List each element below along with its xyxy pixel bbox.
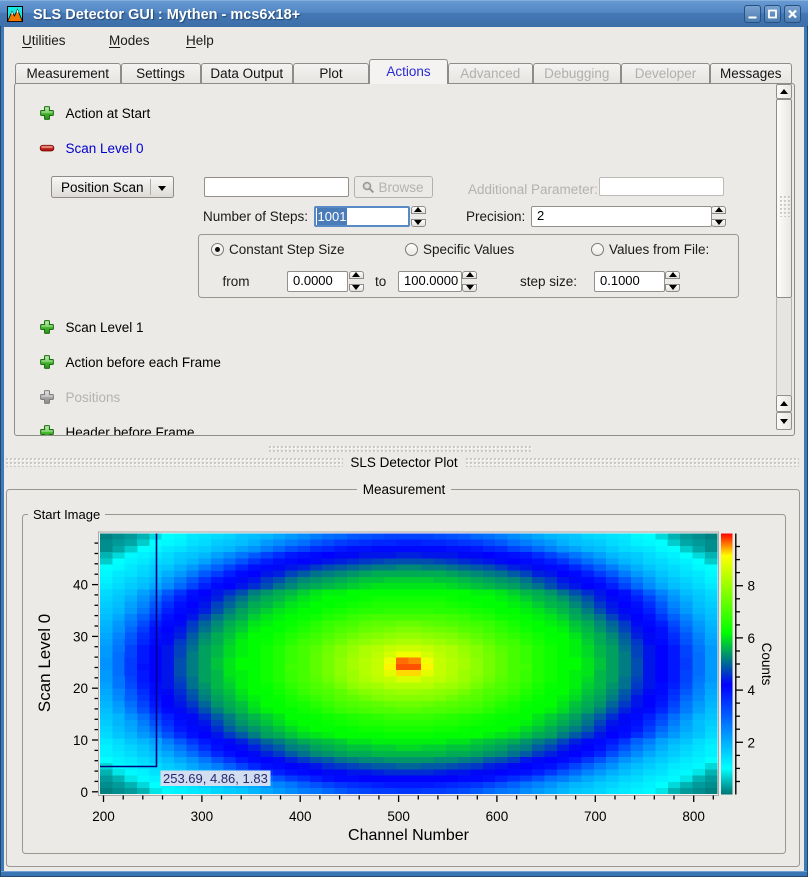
svg-text:20: 20 bbox=[73, 681, 88, 696]
svg-text:Channel Number: Channel Number bbox=[348, 827, 470, 844]
svg-text:800: 800 bbox=[682, 809, 705, 824]
svg-text:30: 30 bbox=[73, 629, 88, 644]
svg-text:8: 8 bbox=[748, 579, 756, 594]
svg-text:Counts: Counts bbox=[759, 643, 774, 686]
svg-text:700: 700 bbox=[584, 809, 607, 824]
svg-text:300: 300 bbox=[191, 809, 214, 824]
svg-text:4: 4 bbox=[748, 683, 756, 698]
svg-text:40: 40 bbox=[73, 578, 88, 593]
svg-text:6: 6 bbox=[748, 631, 756, 646]
svg-text:200: 200 bbox=[92, 809, 115, 824]
svg-text:500: 500 bbox=[387, 809, 410, 824]
svg-text:400: 400 bbox=[289, 809, 312, 824]
svg-text:600: 600 bbox=[486, 809, 509, 824]
svg-text:Scan Level 0: Scan Level 0 bbox=[35, 614, 54, 712]
svg-text:253.69, 4.86, 1.83: 253.69, 4.86, 1.83 bbox=[163, 771, 268, 786]
svg-text:2: 2 bbox=[748, 735, 756, 750]
svg-text:0: 0 bbox=[80, 785, 88, 800]
svg-text:10: 10 bbox=[73, 733, 88, 748]
